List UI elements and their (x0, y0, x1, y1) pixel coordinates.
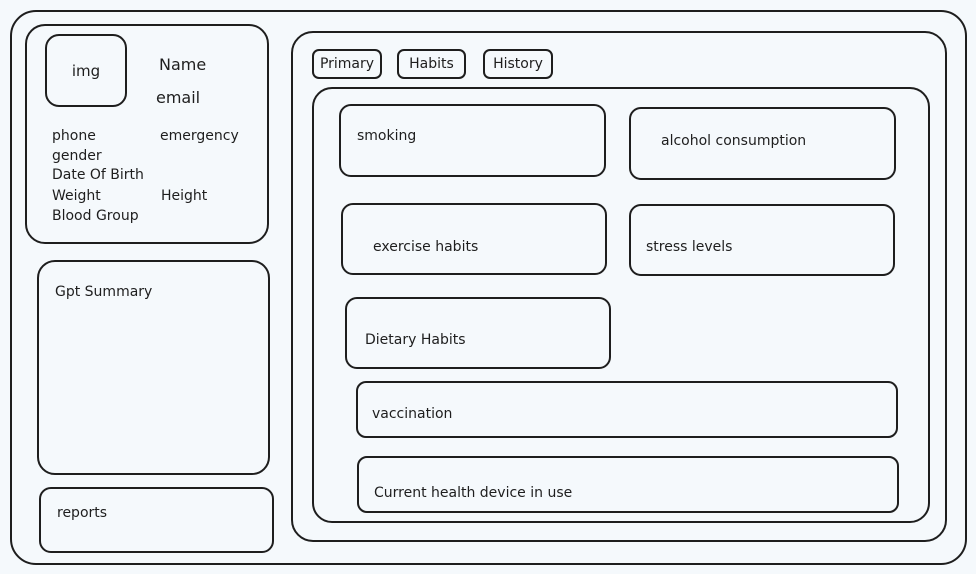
profile-height: Height (161, 188, 208, 204)
tab-primary-label: Primary (319, 56, 375, 72)
profile-blood-group: Blood Group (52, 208, 139, 224)
dietary-habits-label: Dietary Habits (365, 332, 466, 348)
profile-dob: Date Of Birth (52, 167, 144, 183)
profile-emergency: emergency (160, 128, 239, 144)
profile-image[interactable]: img (45, 34, 127, 107)
profile-image-label: img (71, 61, 101, 80)
profile-weight: Weight (52, 188, 101, 204)
tab-habits[interactable]: Habits (397, 49, 466, 79)
stress-levels-label: stress levels (646, 239, 733, 255)
tab-history-label: History (493, 56, 543, 72)
tab-habits-label: Habits (409, 56, 454, 72)
alcohol-consumption-label: alcohol consumption (661, 133, 807, 149)
reports-title: reports (57, 505, 108, 521)
health-device-label: Current health device in use (374, 485, 573, 501)
profile-name: Name (159, 55, 207, 74)
vaccination-label: vaccination (372, 406, 453, 422)
tab-primary[interactable]: Primary (312, 49, 382, 79)
profile-email: email (156, 88, 201, 107)
tab-history[interactable]: History (483, 49, 553, 79)
smoking-label: smoking (357, 128, 417, 144)
gpt-summary-title: Gpt Summary (55, 284, 153, 300)
exercise-habits-label: exercise habits (373, 239, 479, 255)
profile-gender: gender (52, 148, 102, 164)
profile-phone: phone (52, 128, 96, 144)
